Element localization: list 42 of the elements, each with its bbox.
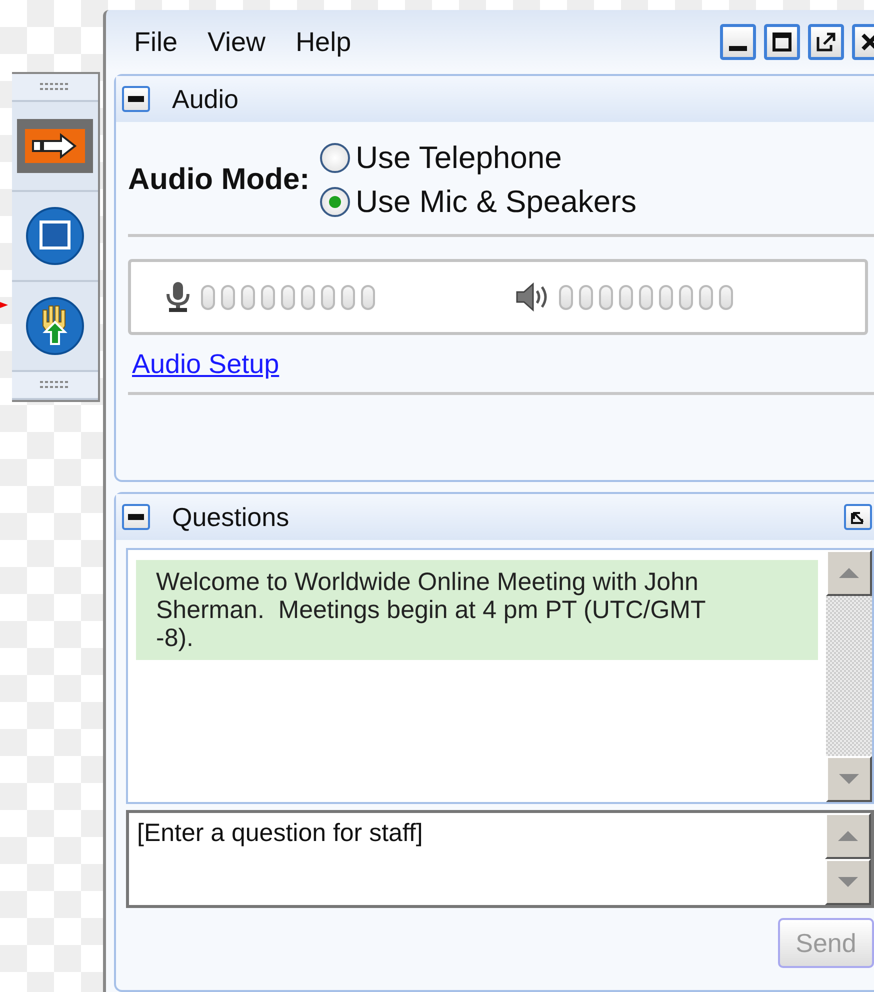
scroll-down-button[interactable]	[826, 756, 872, 802]
up-arrow-icon	[838, 831, 858, 841]
pop-out-icon	[850, 509, 866, 525]
menu-item[interactable]: File	[134, 26, 178, 58]
minus-icon	[128, 96, 144, 102]
grip-icon	[39, 381, 71, 389]
scroll-up-button[interactable]	[825, 813, 871, 859]
scroll-up-button[interactable]	[826, 550, 872, 596]
audio-mode-label: Audio Mode:	[128, 163, 310, 197]
chat-message: Welcome to Worldwide Online Meeting with John Sherman. Meetings begin at 4 pm PT (UTC/GMT -8).	[136, 560, 818, 660]
minus-icon	[128, 514, 144, 520]
down-arrow-icon	[838, 877, 858, 887]
speaker-icon	[515, 282, 549, 312]
pointer-arrow-icon	[0, 300, 8, 310]
maximize-icon	[772, 32, 792, 52]
close-icon	[860, 32, 874, 52]
toolbar-grip[interactable]	[12, 74, 98, 102]
minimize-icon	[729, 46, 747, 50]
pop-out-icon	[816, 32, 836, 52]
scroll-down-button[interactable]	[825, 859, 871, 905]
panel-title: Audio	[172, 84, 238, 114]
maximize-button[interactable]	[764, 24, 800, 60]
minimize-button[interactable]	[720, 24, 756, 60]
down-arrow-icon	[839, 774, 859, 784]
stop-icon	[25, 206, 85, 266]
collapse-button[interactable]	[122, 86, 150, 112]
raised-hand-icon	[25, 296, 85, 356]
microphone-icon	[165, 282, 191, 312]
collapse-button[interactable]	[122, 504, 150, 530]
arrow-right-icon	[25, 129, 85, 163]
panel-title: Questions	[172, 502, 290, 532]
pop-out-button[interactable]	[844, 504, 872, 530]
pop-out-button[interactable]	[808, 24, 844, 60]
grip-icon	[39, 83, 71, 91]
toolbar-grip[interactable]	[12, 372, 98, 400]
menu-item[interactable]: Help	[296, 26, 352, 58]
scrollbar[interactable]	[826, 550, 872, 802]
audio-mode-radio[interactable]: Use Mic & Speakers	[320, 184, 636, 220]
up-arrow-icon	[839, 568, 859, 578]
audio-mode-radio[interactable]: Use Telephone	[320, 140, 636, 176]
audio-setup-link[interactable]: Audio Setup	[132, 349, 280, 380]
menu-item[interactable]: View	[208, 26, 266, 58]
